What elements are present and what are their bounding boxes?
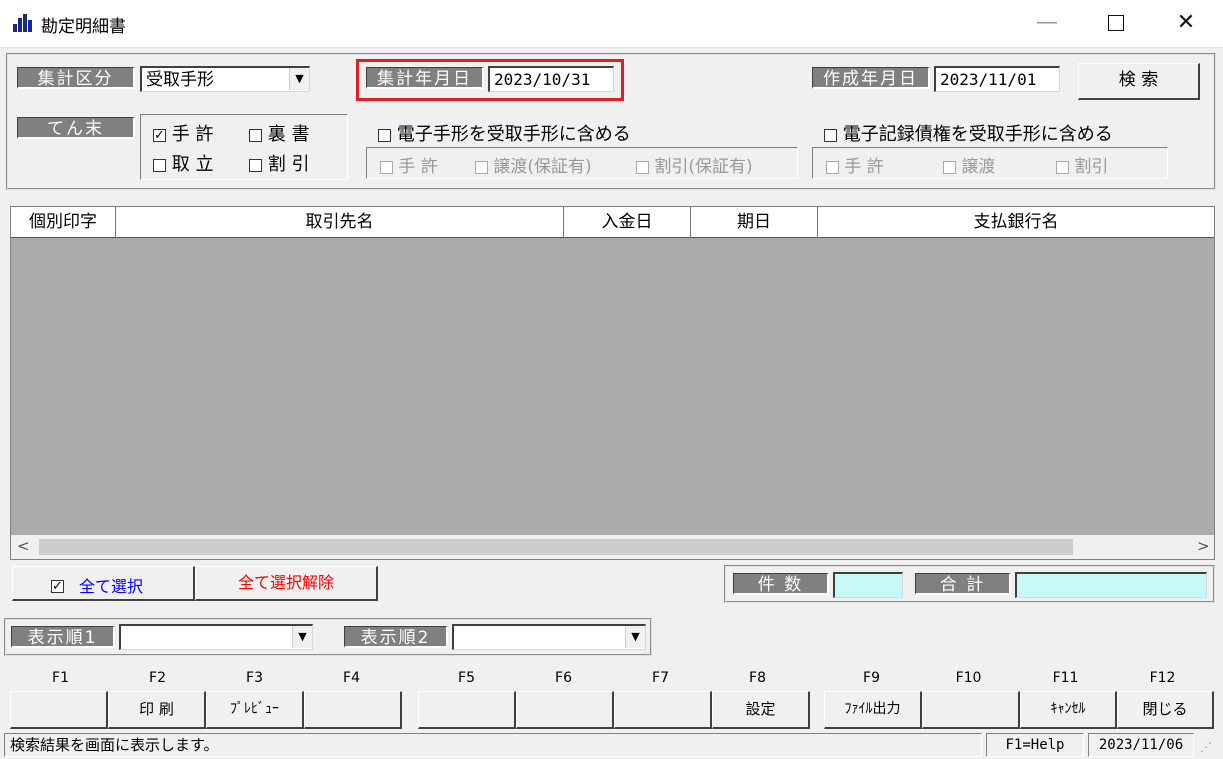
column-header-payment-date[interactable]: 入金日 bbox=[564, 207, 691, 238]
checkbox-icon[interactable] bbox=[249, 158, 262, 172]
results-grid[interactable]: 個別印字 取引先名 入金日 期日 支払銀行名 < > bbox=[10, 206, 1215, 560]
fkey-label-f1: F1 bbox=[52, 670, 69, 686]
column-header-due-date[interactable]: 期日 bbox=[691, 207, 818, 238]
checkbox-icon[interactable] bbox=[378, 128, 391, 142]
status-message: 検索結果を画面に表示します。 bbox=[4, 733, 982, 757]
fkey-label-f3: F3 bbox=[246, 670, 263, 686]
window-title: 勘定明細書 bbox=[41, 17, 126, 37]
resize-grip-icon[interactable]: ⋰ bbox=[1200, 738, 1218, 756]
file-export-button[interactable]: ﾌｧｲﾙ出力 bbox=[824, 691, 922, 729]
status-date: 2023/11/06 bbox=[1088, 733, 1194, 757]
chevron-down-icon[interactable]: ▼ bbox=[625, 626, 645, 648]
close-app-button[interactable]: 閉じる bbox=[1117, 691, 1214, 729]
fkey-label-f6: F6 bbox=[555, 670, 572, 686]
grid-header: 個別印字 取引先名 入金日 期日 支払銀行名 bbox=[11, 207, 1214, 238]
fkey-label-f4: F4 bbox=[343, 670, 360, 686]
checkbox-checked-icon[interactable]: ✓ bbox=[153, 128, 166, 142]
aggregation-value: 受取手形 bbox=[146, 70, 214, 90]
include-electronic-checkbox[interactable]: 電子手形を受取手形に含める bbox=[378, 120, 631, 146]
checkbox-icon[interactable] bbox=[824, 128, 837, 142]
deselect-all-button[interactable]: 全て選択解除 bbox=[195, 566, 378, 601]
electronic-sub-0: 手 許 bbox=[380, 152, 438, 177]
checkbox-icon[interactable] bbox=[249, 128, 262, 142]
minimize-button[interactable]: — bbox=[1017, 0, 1077, 46]
checkbox-icon[interactable] bbox=[153, 158, 166, 172]
fkey-label-f10: F10 bbox=[955, 670, 982, 686]
f10-button[interactable] bbox=[922, 691, 1020, 729]
f5-button[interactable] bbox=[418, 691, 516, 729]
erecord-sub-0: 手 許 bbox=[826, 152, 884, 177]
column-header-individual-print[interactable]: 個別印字 bbox=[11, 207, 116, 238]
fkey-label-f7: F7 bbox=[652, 670, 669, 686]
sort-order1-label: 表示順1 bbox=[11, 626, 115, 648]
created-date-input[interactable]: 2023/11/01 bbox=[934, 66, 1060, 92]
electronic-sub-1: 譲渡(保証有) bbox=[475, 152, 592, 177]
checkbox-disabled-icon bbox=[826, 160, 839, 174]
status-help: F1=Help bbox=[986, 733, 1084, 757]
scroll-left-icon[interactable]: < bbox=[17, 537, 30, 555]
tenmatsu-option-0[interactable]: ✓ 手 許 bbox=[153, 120, 213, 146]
scroll-right-icon[interactable]: > bbox=[1197, 537, 1210, 555]
fkey-label-f9: F9 bbox=[863, 670, 880, 686]
erecord-sub-2: 割引 bbox=[1056, 152, 1108, 177]
created-date-label: 作成年月日 bbox=[812, 67, 930, 89]
total-value bbox=[1015, 572, 1207, 598]
aggregation-date-input[interactable]: 2023/10/31 bbox=[488, 66, 614, 92]
aggregation-label: 集計区分 bbox=[17, 67, 135, 89]
settings-button[interactable]: 設定 bbox=[712, 691, 810, 729]
checkbox-disabled-icon bbox=[636, 160, 649, 174]
fkey-label-f11: F11 bbox=[1052, 670, 1079, 686]
tenmatsu-option-3[interactable]: 割 引 bbox=[249, 150, 309, 176]
fkey-label-f8: F8 bbox=[749, 670, 766, 686]
tenmatsu-label: てん末 bbox=[17, 117, 135, 139]
column-header-customer[interactable]: 取引先名 bbox=[116, 207, 564, 238]
tenmatsu-option-1[interactable]: 裏 書 bbox=[249, 120, 309, 146]
horizontal-scrollbar[interactable]: < > bbox=[11, 535, 1214, 559]
sort-order2-dropdown[interactable]: ▼ bbox=[452, 624, 646, 650]
checkbox-disabled-icon bbox=[380, 160, 393, 174]
chevron-down-icon[interactable]: ▼ bbox=[292, 626, 312, 648]
tenmatsu-option-2[interactable]: 取 立 bbox=[153, 150, 213, 176]
include-erecord-checkbox[interactable]: 電子記録債権を受取手形に含める bbox=[824, 120, 1113, 146]
total-label: 合 計 bbox=[915, 573, 1011, 595]
checkbox-checked-icon: ✓ bbox=[51, 578, 64, 594]
app-chart-icon bbox=[13, 14, 33, 32]
f7-button[interactable] bbox=[614, 691, 712, 729]
column-header-bank[interactable]: 支払銀行名 bbox=[818, 207, 1214, 238]
count-label: 件 数 bbox=[733, 573, 829, 595]
print-button[interactable]: 印 刷 bbox=[108, 691, 206, 729]
fkey-label-f12: F12 bbox=[1149, 670, 1176, 686]
preview-button[interactable]: ﾌﾟﾚﾋﾞｭｰ bbox=[206, 691, 304, 729]
f4-button[interactable] bbox=[304, 691, 402, 729]
scrollbar-thumb[interactable] bbox=[39, 539, 1073, 555]
search-button[interactable]: 検 索 bbox=[1078, 63, 1200, 100]
title-bar: 勘定明細書 — ✕ bbox=[0, 0, 1223, 48]
f1-button[interactable] bbox=[10, 691, 108, 729]
electronic-sub-2: 割引(保証有) bbox=[636, 152, 753, 177]
checkbox-disabled-icon bbox=[1056, 160, 1069, 174]
fkey-label-f5: F5 bbox=[458, 670, 475, 686]
maximize-button[interactable] bbox=[1086, 0, 1146, 46]
fkey-label-f2: F2 bbox=[149, 670, 166, 686]
cancel-button[interactable]: ｷｬﾝｾﾙ bbox=[1020, 691, 1117, 729]
sort-order2-label: 表示順2 bbox=[344, 626, 448, 648]
close-button[interactable]: ✕ bbox=[1156, 0, 1216, 46]
aggregation-date-label: 集計年月日 bbox=[366, 67, 484, 89]
sort-order1-dropdown[interactable]: ▼ bbox=[119, 624, 313, 650]
erecord-sub-1: 譲渡 bbox=[943, 152, 995, 177]
chevron-down-icon[interactable]: ▼ bbox=[289, 68, 309, 90]
maximize-icon bbox=[1108, 15, 1124, 31]
f6-button[interactable] bbox=[516, 691, 614, 729]
count-value bbox=[833, 572, 903, 598]
aggregation-dropdown[interactable]: 受取手形 ▼ bbox=[140, 66, 310, 92]
checkbox-disabled-icon bbox=[943, 160, 956, 174]
checkbox-disabled-icon bbox=[475, 160, 488, 174]
select-all-button[interactable]: ✓ 全て選択 bbox=[12, 566, 195, 601]
